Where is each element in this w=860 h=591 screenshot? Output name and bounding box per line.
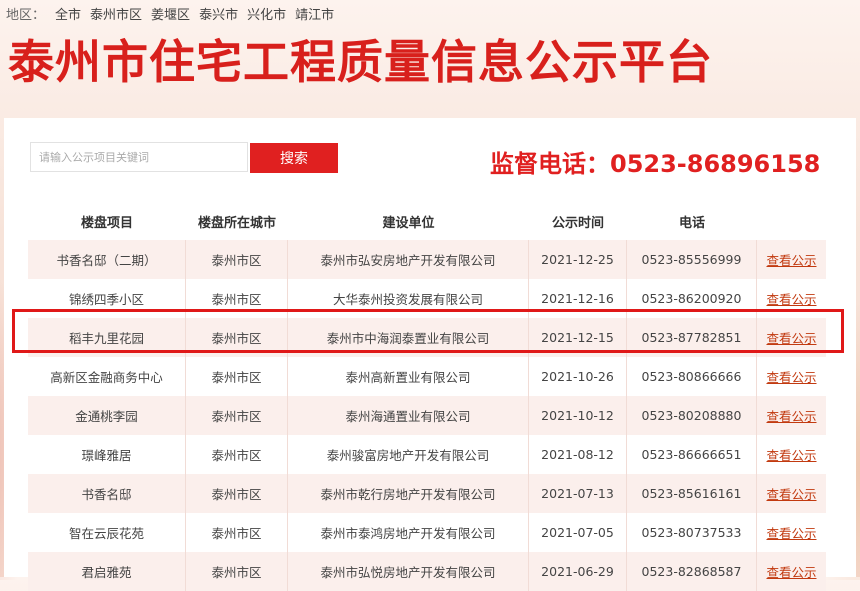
cell-project: 金通桃李园 [28, 396, 186, 435]
table-row: 智在云辰花苑 泰州市区 泰州市泰鸿房地产开发有限公司 2021-07-05 05… [28, 513, 826, 552]
region-link-taixing[interactable]: 泰兴市 [199, 4, 238, 23]
cell-phone: 0523-86666651 [627, 435, 757, 474]
cell-action: 查看公示 [757, 396, 826, 435]
column-header-action [757, 202, 826, 240]
region-link-all-city[interactable]: 全市 [55, 4, 81, 23]
cell-city: 泰州市区 [186, 396, 288, 435]
view-notice-link[interactable]: 查看公示 [766, 331, 816, 346]
search-input[interactable] [30, 142, 248, 172]
cell-city: 泰州市区 [186, 513, 288, 552]
supervision-hotline: 监督电话：0523-86896158 [490, 150, 821, 178]
content-panel: 搜索 监督电话：0523-86896158 楼盘项目 楼盘所在城市 建设单位 公… [4, 118, 856, 591]
cell-project: 君启雅苑 [28, 552, 186, 591]
region-link-xinghua[interactable]: 兴化市 [247, 4, 286, 23]
cell-developer: 泰州市乾行房地产开发有限公司 [288, 474, 529, 513]
cell-project: 智在云辰花苑 [28, 513, 186, 552]
cell-date: 2021-07-13 [529, 474, 627, 513]
cell-date: 2021-10-12 [529, 396, 627, 435]
site-title: 泰州市住宅工程质量信息公示平台 [8, 35, 713, 89]
view-notice-link[interactable]: 查看公示 [766, 448, 816, 463]
cell-date: 2021-07-05 [529, 513, 627, 552]
table-row: 高新区金融商务中心 泰州市区 泰州高新置业有限公司 2021-10-26 052… [28, 357, 826, 396]
cell-action: 查看公示 [757, 240, 826, 279]
table-row: 君启雅苑 泰州市区 泰州市弘悦房地产开发有限公司 2021-06-29 0523… [28, 552, 826, 591]
table-header-row: 楼盘项目 楼盘所在城市 建设单位 公示时间 电话 [28, 202, 826, 240]
cell-project: 书香名邸（二期） [28, 240, 186, 279]
cell-date: 2021-10-26 [529, 357, 627, 396]
view-notice-link[interactable]: 查看公示 [766, 487, 816, 502]
cell-city: 泰州市区 [186, 240, 288, 279]
region-label: 地区： [6, 7, 46, 23]
cell-action: 查看公示 [757, 552, 826, 591]
table-row: 书香名邸 泰州市区 泰州市乾行房地产开发有限公司 2021-07-13 0523… [28, 474, 826, 513]
cell-date: 2021-12-16 [529, 279, 627, 318]
cell-action: 查看公示 [757, 279, 826, 318]
cell-developer: 泰州高新置业有限公司 [288, 357, 529, 396]
cell-city: 泰州市区 [186, 474, 288, 513]
cell-action: 查看公示 [757, 474, 826, 513]
cell-project: 稻丰九里花园 [28, 318, 186, 357]
cell-city: 泰州市区 [186, 357, 288, 396]
cell-phone: 0523-85556999 [627, 240, 757, 279]
cell-city: 泰州市区 [186, 552, 288, 591]
cell-developer: 泰州骏富房地产开发有限公司 [288, 435, 529, 474]
region-filter-bar: 地区： 全市 泰州市区 姜堰区 泰兴市 兴化市 靖江市 [6, 2, 343, 24]
cell-developer: 泰州市弘安房地产开发有限公司 [288, 240, 529, 279]
table-row: 稻丰九里花园 泰州市区 泰州市中海润泰置业有限公司 2021-12-15 052… [28, 318, 826, 357]
cell-date: 2021-06-29 [529, 552, 627, 591]
view-notice-link[interactable]: 查看公示 [766, 292, 816, 307]
cell-action: 查看公示 [757, 357, 826, 396]
cell-developer: 泰州市弘悦房地产开发有限公司 [288, 552, 529, 591]
table-row: 金通桃李园 泰州市区 泰州海通置业有限公司 2021-10-12 0523-80… [28, 396, 826, 435]
column-header-developer: 建设单位 [382, 215, 435, 231]
cell-date: 2021-12-15 [529, 318, 627, 357]
project-table-wrapper: 楼盘项目 楼盘所在城市 建设单位 公示时间 电话 书香名邸（二期） 泰州市区 泰… [28, 202, 826, 591]
cell-date: 2021-12-25 [529, 240, 627, 279]
cell-city: 泰州市区 [186, 279, 288, 318]
cell-developer: 泰州海通置业有限公司 [288, 396, 529, 435]
region-link-jiangyan[interactable]: 姜堰区 [151, 4, 190, 23]
view-notice-link[interactable]: 查看公示 [766, 409, 816, 424]
project-table: 楼盘项目 楼盘所在城市 建设单位 公示时间 电话 书香名邸（二期） 泰州市区 泰… [28, 202, 826, 591]
cell-action: 查看公示 [757, 435, 826, 474]
region-link-jingjiang[interactable]: 靖江市 [295, 4, 334, 23]
cell-phone: 0523-80208880 [627, 396, 757, 435]
table-row: 锦绣四季小区 泰州市区 大华泰州投资发展有限公司 2021-12-16 0523… [28, 279, 826, 318]
table-row: 书香名邸（二期） 泰州市区 泰州市弘安房地产开发有限公司 2021-12-25 … [28, 240, 826, 279]
table-row: 璟峰雅居 泰州市区 泰州骏富房地产开发有限公司 2021-08-12 0523-… [28, 435, 826, 474]
cell-developer: 泰州市泰鸿房地产开发有限公司 [288, 513, 529, 552]
cell-action: 查看公示 [757, 513, 826, 552]
cell-phone: 0523-87782851 [627, 318, 757, 357]
cell-project: 书香名邸 [28, 474, 186, 513]
cell-phone: 0523-85616161 [627, 474, 757, 513]
cell-phone: 0523-86200920 [627, 279, 757, 318]
view-notice-link[interactable]: 查看公示 [766, 253, 816, 268]
cell-date: 2021-08-12 [529, 435, 627, 474]
cell-phone: 0523-80866666 [627, 357, 757, 396]
cell-action: 查看公示 [757, 318, 826, 357]
view-notice-link[interactable]: 查看公示 [766, 565, 816, 580]
view-notice-link[interactable]: 查看公示 [766, 526, 816, 541]
cell-developer: 泰州市中海润泰置业有限公司 [288, 318, 529, 357]
cell-phone: 0523-80737533 [627, 513, 757, 552]
column-header-project: 楼盘项目 [80, 215, 133, 231]
region-link-taizhou-urban[interactable]: 泰州市区 [90, 4, 142, 23]
cell-phone: 0523-82868587 [627, 552, 757, 591]
cell-project: 锦绣四季小区 [28, 279, 186, 318]
view-notice-link[interactable]: 查看公示 [766, 370, 816, 385]
cell-developer: 大华泰州投资发展有限公司 [288, 279, 529, 318]
column-header-date: 公示时间 [551, 215, 604, 231]
column-header-phone: 电话 [678, 215, 705, 231]
cell-project: 高新区金融商务中心 [28, 357, 186, 396]
search-button[interactable]: 搜索 [250, 143, 338, 173]
cell-project: 璟峰雅居 [28, 435, 186, 474]
cell-city: 泰州市区 [186, 435, 288, 474]
column-header-city: 楼盘所在城市 [197, 215, 276, 231]
cell-city: 泰州市区 [186, 318, 288, 357]
